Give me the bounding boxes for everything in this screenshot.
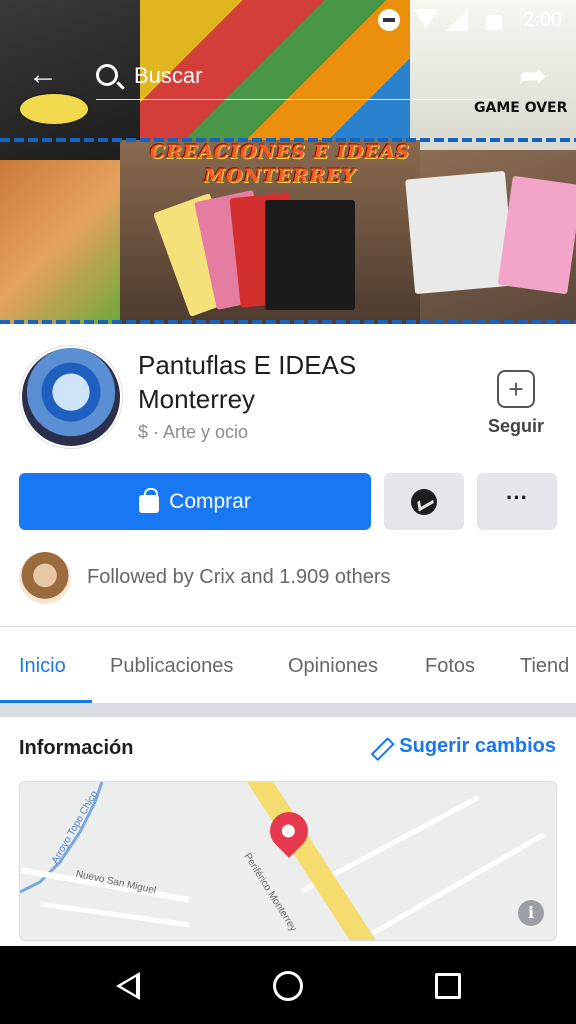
back-arrow-icon[interactable]: ← (28, 60, 60, 92)
cover-banner-line2: MONTERREY (203, 165, 357, 187)
buy-button[interactable]: Comprar (19, 473, 371, 530)
nav-back-icon[interactable] (116, 972, 140, 1000)
page-title-line2: Monterrey (138, 384, 256, 414)
search-input[interactable] (134, 60, 474, 92)
search-header: ← ➦ (0, 48, 576, 104)
battery-icon (486, 15, 502, 30)
status-time: 2:00 (523, 9, 562, 31)
tab-publicaciones[interactable]: Publicaciones (110, 627, 233, 705)
share-icon[interactable]: ➦ (512, 56, 554, 96)
tab-inicio[interactable]: Inicio (19, 627, 66, 705)
cover-panel (0, 160, 120, 324)
page-title-line1: Pantuflas E IDEAS (138, 350, 357, 380)
follower-avatar (19, 552, 71, 604)
page-category: $ · Arte y ocio (138, 422, 249, 442)
tab-tienda[interactable]: Tiend (520, 627, 569, 705)
info-section-title: Información (19, 737, 134, 759)
suggest-edits-label: Sugerir cambios (399, 735, 556, 757)
map-info-icon[interactable]: i (518, 900, 544, 926)
shopping-bag-icon (139, 487, 160, 513)
map-label-road: Periférico Monterrey (241, 851, 299, 934)
wifi-icon (414, 9, 438, 29)
messenger-icon (411, 489, 437, 515)
location-map[interactable]: Arroyo Topo Chico Nuevo San Miguel Perif… (19, 781, 557, 941)
more-button[interactable]: ··· (477, 473, 557, 530)
nav-home-icon[interactable] (273, 971, 303, 1001)
cover-bag (497, 175, 576, 295)
status-bar: 2:00 (0, 0, 576, 40)
followers-text: Followed by Crix and 1.909 others (87, 566, 391, 588)
tab-fotos[interactable]: Fotos (425, 627, 475, 705)
signal-icon (446, 9, 468, 31)
search-bar[interactable] (96, 60, 496, 100)
pencil-icon (370, 734, 395, 759)
follow-icon (497, 370, 535, 408)
section-separator (0, 703, 576, 717)
river-line (20, 782, 104, 894)
page-avatar[interactable] (20, 346, 122, 448)
tab-opiniones[interactable]: Opiniones (288, 627, 378, 705)
buy-button-label: Comprar (169, 489, 251, 513)
search-icon (96, 64, 118, 86)
film-strip (0, 320, 576, 324)
do-not-disturb-icon (378, 9, 400, 31)
follow-label: Seguir (487, 416, 544, 436)
cover-bag (265, 200, 355, 310)
cover-banner-line1: CREACIONES E IDEAS (149, 141, 411, 163)
messenger-button[interactable] (384, 473, 464, 530)
system-nav-bar (0, 946, 576, 1024)
tab-bar: Inicio Publicaciones Opiniones Fotos Tie… (0, 627, 576, 705)
cover-banner: CREACIONES E IDEAS MONTERREY (130, 140, 430, 188)
nav-recents-icon[interactable] (435, 973, 461, 999)
page-title: Pantuflas E IDEAS Monterrey (138, 348, 438, 416)
suggest-edits-link[interactable]: Sugerir cambios (373, 735, 556, 758)
follow-button[interactable]: Seguir (480, 370, 552, 437)
